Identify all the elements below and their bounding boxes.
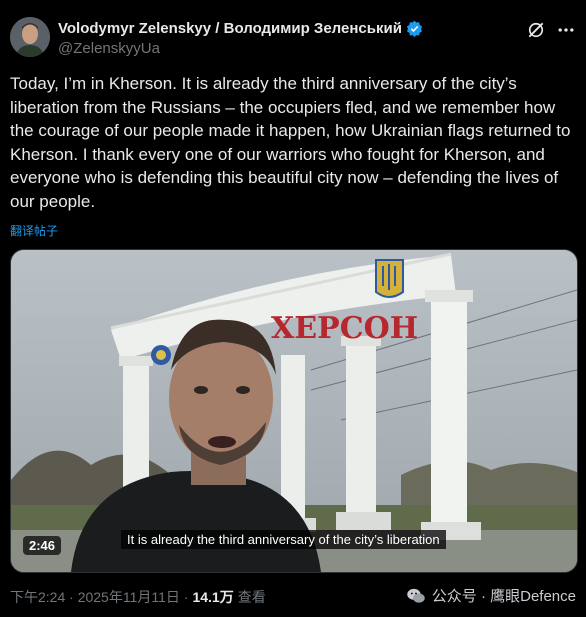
video-duration: 2:46	[23, 536, 62, 555]
video-frame: ХЕРСОН	[11, 250, 577, 572]
post-timestamp[interactable]: 下午2:24 · 2025年11月11日 ·	[10, 587, 188, 607]
video-subtitle: It is already the third anniversary of t…	[121, 530, 446, 549]
views-count: 14.1万	[192, 589, 234, 605]
post-header: Volodymyr Zelenskyy / Володимир Зеленськ…	[10, 14, 576, 62]
sign-text: ХЕРСОН	[271, 311, 418, 346]
grok-icon[interactable]	[526, 20, 546, 40]
author-handle[interactable]: @ZelenskyyUa	[58, 40, 160, 57]
more-icon[interactable]	[556, 20, 576, 40]
post-text: Today, I’m in Kherson. It is already the…	[10, 74, 576, 211]
avatar[interactable]	[10, 17, 50, 57]
video-player[interactable]: ХЕРСОН It is already the third anniversa…	[10, 249, 578, 573]
views-label: 查看	[237, 589, 266, 605]
watermark-text: 公众号 · 鹰眼Defence	[431, 588, 576, 605]
verified-badge-icon	[406, 20, 422, 37]
author-name[interactable]: Volodymyr Zelenskyy / Володимир Зеленськ…	[58, 20, 402, 37]
translate-post-link[interactable]: 翻译帖子	[10, 222, 58, 239]
wechat-icon	[407, 588, 425, 603]
post-meta: 下午2:24 · 2025年11月11日 · 14.1万 查看	[10, 587, 266, 607]
watermark: 公众号 · 鹰眼Defence	[406, 585, 576, 606]
